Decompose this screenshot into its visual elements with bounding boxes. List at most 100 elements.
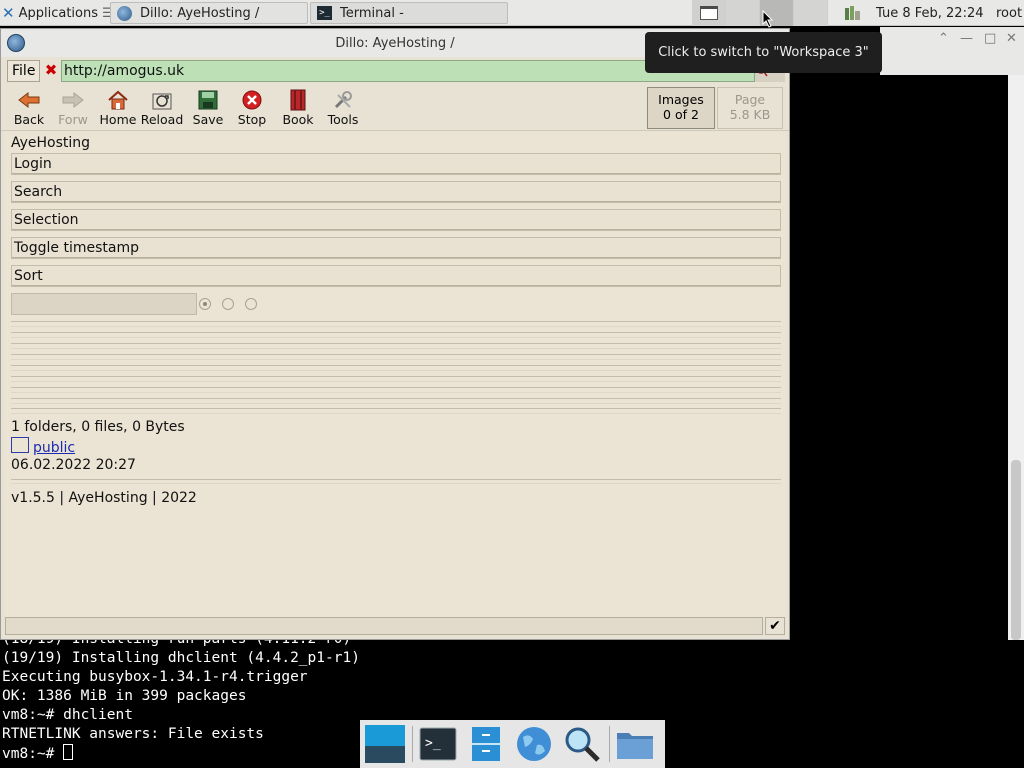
taskbar-item-label: Terminal - — [340, 5, 404, 21]
divider — [11, 354, 781, 360]
workspace-2[interactable] — [726, 0, 760, 26]
divider — [11, 365, 781, 371]
images-button[interactable]: Images 0 of 2 — [647, 87, 715, 129]
forward-arrow-icon — [62, 91, 84, 109]
divider — [11, 332, 781, 338]
background-window-scrollbar[interactable] — [1008, 75, 1024, 640]
maximize-icon[interactable]: □ — [984, 31, 996, 46]
dillo-window: Dillo: AyeHosting / File ✖ ▾ Back Forw H… — [0, 28, 790, 640]
stop-icon — [242, 90, 262, 110]
file-cabinet-icon — [472, 727, 500, 761]
taskbar-item-label: Dillo: AyeHosting / — [140, 5, 260, 21]
workspace-1[interactable] — [692, 0, 726, 26]
bookmarks-button[interactable]: Book — [276, 89, 320, 127]
desktop-icon — [365, 725, 405, 763]
home-button[interactable]: Home — [96, 89, 140, 127]
divider — [11, 343, 781, 349]
status-bar — [5, 617, 763, 635]
page-label: Page — [734, 92, 766, 107]
search-button[interactable]: Search — [11, 181, 781, 203]
taskbar-item-dillo[interactable]: Dillo: AyeHosting / — [110, 2, 308, 24]
sort-button[interactable]: Sort — [11, 265, 781, 287]
dock-terminal[interactable]: >_ — [415, 723, 461, 765]
dock-separator — [609, 726, 610, 762]
divider — [11, 398, 781, 404]
tray-app-icon[interactable] — [844, 5, 862, 21]
page-content[interactable]: AyeHosting Login Search Selection Toggle… — [5, 131, 785, 617]
globe-icon — [517, 727, 551, 761]
site-title: AyeHosting — [11, 135, 91, 151]
search-text-input[interactable] — [11, 293, 197, 315]
terminal-line: (19/19) Installing dhclient (4.4.2_p1-r1… — [2, 650, 360, 666]
tools-label: Tools — [327, 112, 359, 127]
page-footer: v1.5.5 | AyeHosting | 2022 — [11, 490, 197, 506]
folder-icon[interactable] — [11, 437, 29, 453]
stop-label: Stop — [237, 112, 267, 127]
dock-show-desktop[interactable] — [362, 723, 408, 765]
book-icon — [290, 89, 306, 111]
clear-url-icon[interactable]: ✖ — [43, 62, 59, 78]
forward-button[interactable]: Forw — [51, 89, 95, 127]
toggle-timestamp-button[interactable]: Toggle timestamp — [11, 237, 781, 259]
folder-icon — [617, 733, 653, 759]
user-label[interactable]: root — [996, 2, 1022, 24]
save-label: Save — [192, 112, 224, 127]
dock-folder[interactable] — [612, 723, 658, 765]
footer-divider — [11, 479, 781, 484]
svg-text:>_: >_ — [425, 736, 441, 751]
book-label: Book — [282, 112, 314, 127]
dock-search[interactable] — [559, 723, 605, 765]
terminal-line: OK: 1386 MiB in 399 packages — [2, 688, 247, 704]
stop-button[interactable]: Stop — [230, 89, 274, 127]
close-icon[interactable]: ✕ — [1006, 31, 1017, 46]
folder-link-public[interactable]: public — [33, 440, 75, 456]
clock[interactable]: Tue 8 Feb, 22:24 — [876, 2, 984, 24]
page-size: 5.8 KB — [729, 107, 771, 122]
magnifier-icon — [565, 727, 600, 762]
workspace-switcher[interactable] — [692, 0, 828, 26]
radio-option-1[interactable] — [199, 298, 211, 310]
divider — [11, 408, 781, 414]
mouse-pointer-icon — [762, 10, 774, 28]
reload-button[interactable]: Reload — [140, 89, 184, 127]
dock-separator — [412, 726, 413, 762]
login-button[interactable]: Login — [11, 153, 781, 175]
radio-option-2[interactable] — [222, 298, 234, 310]
bug-meter-icon[interactable]: ✔ — [765, 617, 785, 635]
back-button[interactable]: Back — [7, 89, 51, 127]
reload-label: Reload — [140, 112, 184, 127]
terminal-cursor — [63, 744, 74, 760]
minimize-icon[interactable]: — — [960, 31, 973, 46]
workspace-4[interactable] — [794, 0, 828, 26]
save-disk-icon — [198, 90, 218, 110]
divider — [11, 321, 781, 327]
xfce-logo-icon: ✕ — [2, 4, 15, 22]
workspace-tooltip: Click to switch to "Workspace 3" — [645, 32, 882, 73]
save-button[interactable]: Save — [186, 89, 230, 127]
forward-label: Forw — [58, 112, 88, 127]
shade-icon[interactable]: ⌃ — [938, 31, 949, 46]
folder-stats: 1 folders, 0 files, 0 Bytes — [11, 419, 185, 435]
taskbar-item-terminal[interactable]: >_ Terminal - — [310, 2, 508, 24]
window-thumbnail-icon — [699, 6, 718, 20]
dock-web-browser[interactable] — [511, 723, 557, 765]
terminal-prompt: vm8:~# — [2, 746, 64, 762]
radio-option-3[interactable] — [245, 298, 257, 310]
file-menu[interactable]: File — [7, 60, 41, 82]
page-size-indicator: Page 5.8 KB — [717, 87, 783, 129]
applications-label: Applications — [18, 5, 98, 21]
images-label: Images — [658, 92, 704, 107]
dock-file-manager[interactable] — [463, 723, 509, 765]
home-icon — [108, 90, 128, 110]
tools-button[interactable]: Tools — [321, 89, 365, 127]
back-arrow-icon — [18, 91, 40, 109]
background-window-titlebar: ⌃ — □ ✕ — [880, 27, 1024, 75]
divider — [11, 376, 781, 382]
tools-wrench-icon — [334, 91, 352, 109]
applications-menu[interactable]: ✕ Applications ☰ — [2, 2, 114, 24]
scrollbar-thumb[interactable] — [1011, 460, 1021, 640]
folder-timestamp: 06.02.2022 20:27 — [11, 457, 136, 473]
selection-button[interactable]: Selection — [11, 209, 781, 231]
back-label: Back — [13, 112, 45, 127]
top-panel: ✕ Applications ☰ Dillo: AyeHosting / >_ … — [0, 0, 1024, 26]
